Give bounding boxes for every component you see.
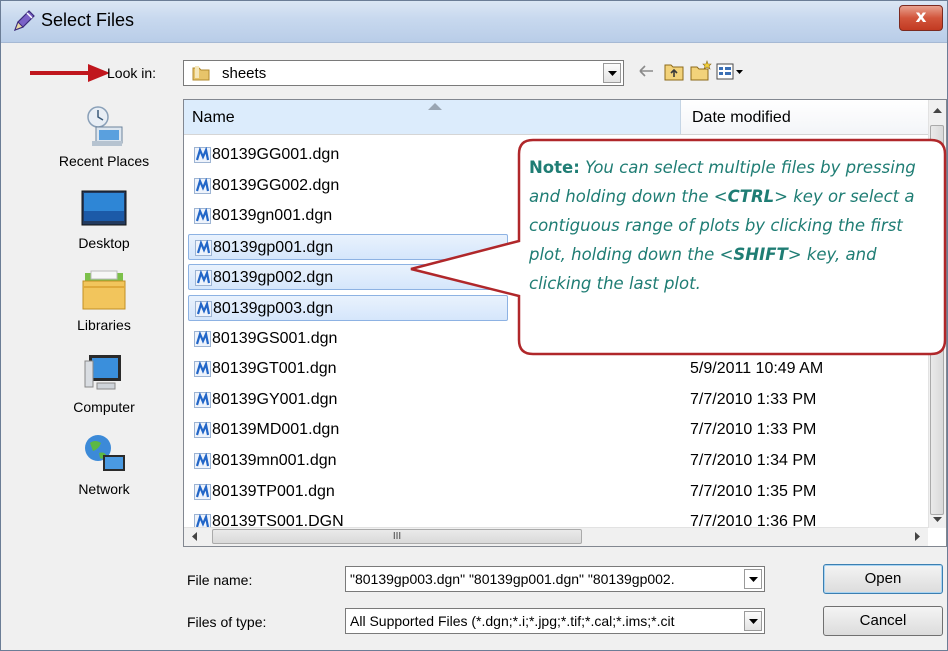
- file-name-label: File name:: [187, 572, 253, 588]
- dialog-title: Select Files: [41, 10, 135, 30]
- dgn-file-icon: [195, 301, 212, 317]
- file-name: 80139gp001.dgn: [213, 238, 334, 256]
- note-shift-key: SHIFT: [733, 245, 788, 264]
- dgn-file-icon: [194, 177, 211, 194]
- scroll-left-icon[interactable]: [192, 532, 197, 541]
- view-menu-icon[interactable]: [715, 59, 745, 83]
- scroll-down-icon[interactable]: [933, 517, 942, 522]
- file-name: 80139gn001.dgn: [212, 207, 333, 225]
- place-label: Libraries: [77, 317, 131, 333]
- dgn-file-icon: [194, 361, 211, 378]
- scroll-up-icon[interactable]: [933, 108, 942, 113]
- computer-icon: [84, 355, 121, 390]
- place-label: Network: [78, 481, 130, 497]
- file-name-value: "80139gp003.dgn" "80139gp001.dgn" "80139…: [350, 571, 675, 587]
- file-cell[interactable]: 80139mn001.dgn: [188, 448, 508, 474]
- file-name-field[interactable]: "80139gp003.dgn" "80139gp001.dgn" "80139…: [345, 566, 765, 592]
- up-folder-icon[interactable]: [663, 59, 685, 83]
- file-cell[interactable]: 80139MD001.dgn: [188, 417, 508, 443]
- file-name: 80139TP001.dgn: [212, 482, 335, 500]
- dgn-file-icon: [194, 483, 211, 500]
- libraries-icon: [82, 270, 126, 310]
- scroll-grip: III: [392, 531, 402, 542]
- place-libraries[interactable]: Libraries: [31, 269, 177, 333]
- dgn-file-icon: [194, 330, 211, 347]
- open-button[interactable]: Open: [823, 564, 943, 594]
- note-ctrl-key: CTRL: [727, 187, 775, 206]
- title-bar: Select Files x: [1, 1, 947, 43]
- column-header-name[interactable]: Name: [184, 100, 681, 134]
- file-name: 80139GG002.dgn: [212, 176, 340, 194]
- column-name-label: Name: [192, 109, 235, 126]
- look-in-label: Look in:: [107, 65, 157, 81]
- new-folder-icon[interactable]: [689, 59, 713, 83]
- place-label: Computer: [73, 399, 135, 415]
- pencil-app-icon: [13, 10, 35, 32]
- file-name: 80139GY001.dgn: [212, 390, 338, 408]
- select-files-dialog: Select Files x Look in: sheets Recent Pl…: [0, 0, 948, 651]
- file-type-label: Files of type:: [187, 614, 267, 630]
- place-label: Desktop: [78, 235, 130, 251]
- cancel-button[interactable]: Cancel: [823, 606, 943, 636]
- dgn-file-icon: [194, 453, 211, 469]
- place-computer[interactable]: Computer: [31, 351, 177, 415]
- file-name: 80139MD001.dgn: [212, 421, 340, 439]
- file-name-dropdown-button[interactable]: [744, 569, 762, 589]
- file-type-value: All Supported Files (*.dgn;*.i;*.jpg;*.t…: [350, 613, 675, 629]
- back-arrow-icon[interactable]: [637, 59, 657, 83]
- place-network[interactable]: Network: [31, 433, 177, 497]
- file-date: 7/7/2010 1:35 PM: [690, 482, 817, 500]
- file-type-select[interactable]: All Supported Files (*.dgn;*.i;*.jpg;*.t…: [345, 608, 765, 634]
- horizontal-scrollbar[interactable]: III: [184, 527, 928, 546]
- file-row[interactable]: 80139MD001.dgn: [188, 417, 680, 443]
- look-in-value: sheets: [222, 65, 267, 82]
- dgn-file-icon: [194, 208, 211, 225]
- place-desktop[interactable]: Desktop: [31, 187, 177, 251]
- chevron-down-icon: [749, 619, 758, 624]
- chevron-down-icon: [749, 577, 758, 582]
- column-header-row: Name Date modified: [184, 100, 928, 135]
- file-date: 7/7/2010 1:34 PM: [690, 452, 817, 469]
- file-row[interactable]: 80139GY001.dgn: [188, 387, 680, 413]
- sort-ascending-icon: [428, 103, 442, 110]
- look-in-dropdown[interactable]: sheets: [183, 60, 624, 86]
- file-row[interactable]: 80139TP001.dgn: [188, 479, 680, 505]
- look-in-dropdown-button[interactable]: [603, 63, 621, 83]
- file-name: 80139gp003.dgn: [213, 300, 334, 317]
- file-name: 80139GG001.dgn: [212, 146, 340, 163]
- horizontal-scroll-thumb[interactable]: III: [212, 529, 582, 544]
- close-button[interactable]: x: [899, 5, 943, 31]
- note-lead: Note:: [529, 158, 580, 177]
- file-name: 80139mn001.dgn: [212, 452, 337, 469]
- file-name: 80139gp002.dgn: [213, 269, 334, 287]
- dgn-file-icon: [195, 270, 212, 287]
- column-date-label: Date modified: [692, 109, 791, 126]
- dgn-file-icon: [194, 391, 211, 408]
- dgn-file-icon: [194, 147, 211, 163]
- file-name: 80139GS001.dgn: [212, 329, 338, 347]
- red-arrow-annotation: [30, 64, 110, 82]
- scroll-right-icon[interactable]: [915, 532, 920, 541]
- file-cell[interactable]: 80139GY001.dgn: [188, 387, 508, 413]
- file-cell[interactable]: 80139TP001.dgn: [188, 479, 508, 505]
- file-row[interactable]: 80139mn001.dgn: [188, 448, 680, 474]
- file-name: 80139GT001.dgn: [212, 360, 337, 378]
- network-icon: [85, 435, 125, 471]
- folder-icon: [192, 66, 210, 81]
- file-type-dropdown-button[interactable]: [744, 611, 762, 631]
- dgn-file-icon: [195, 239, 212, 256]
- place-recent-places[interactable]: Recent Places: [31, 105, 177, 169]
- close-icon: x: [915, 7, 927, 27]
- note-text: Note: You can select multiple files by p…: [529, 153, 941, 298]
- file-date: 7/7/2010 1:33 PM: [690, 421, 817, 439]
- dgn-file-icon: [194, 422, 211, 439]
- chevron-down-icon: [608, 71, 617, 76]
- recent-places-icon: [87, 106, 123, 146]
- file-date: 7/7/2010 1:33 PM: [690, 390, 817, 408]
- desktop-icon: [81, 190, 127, 226]
- place-label: Recent Places: [58, 153, 150, 169]
